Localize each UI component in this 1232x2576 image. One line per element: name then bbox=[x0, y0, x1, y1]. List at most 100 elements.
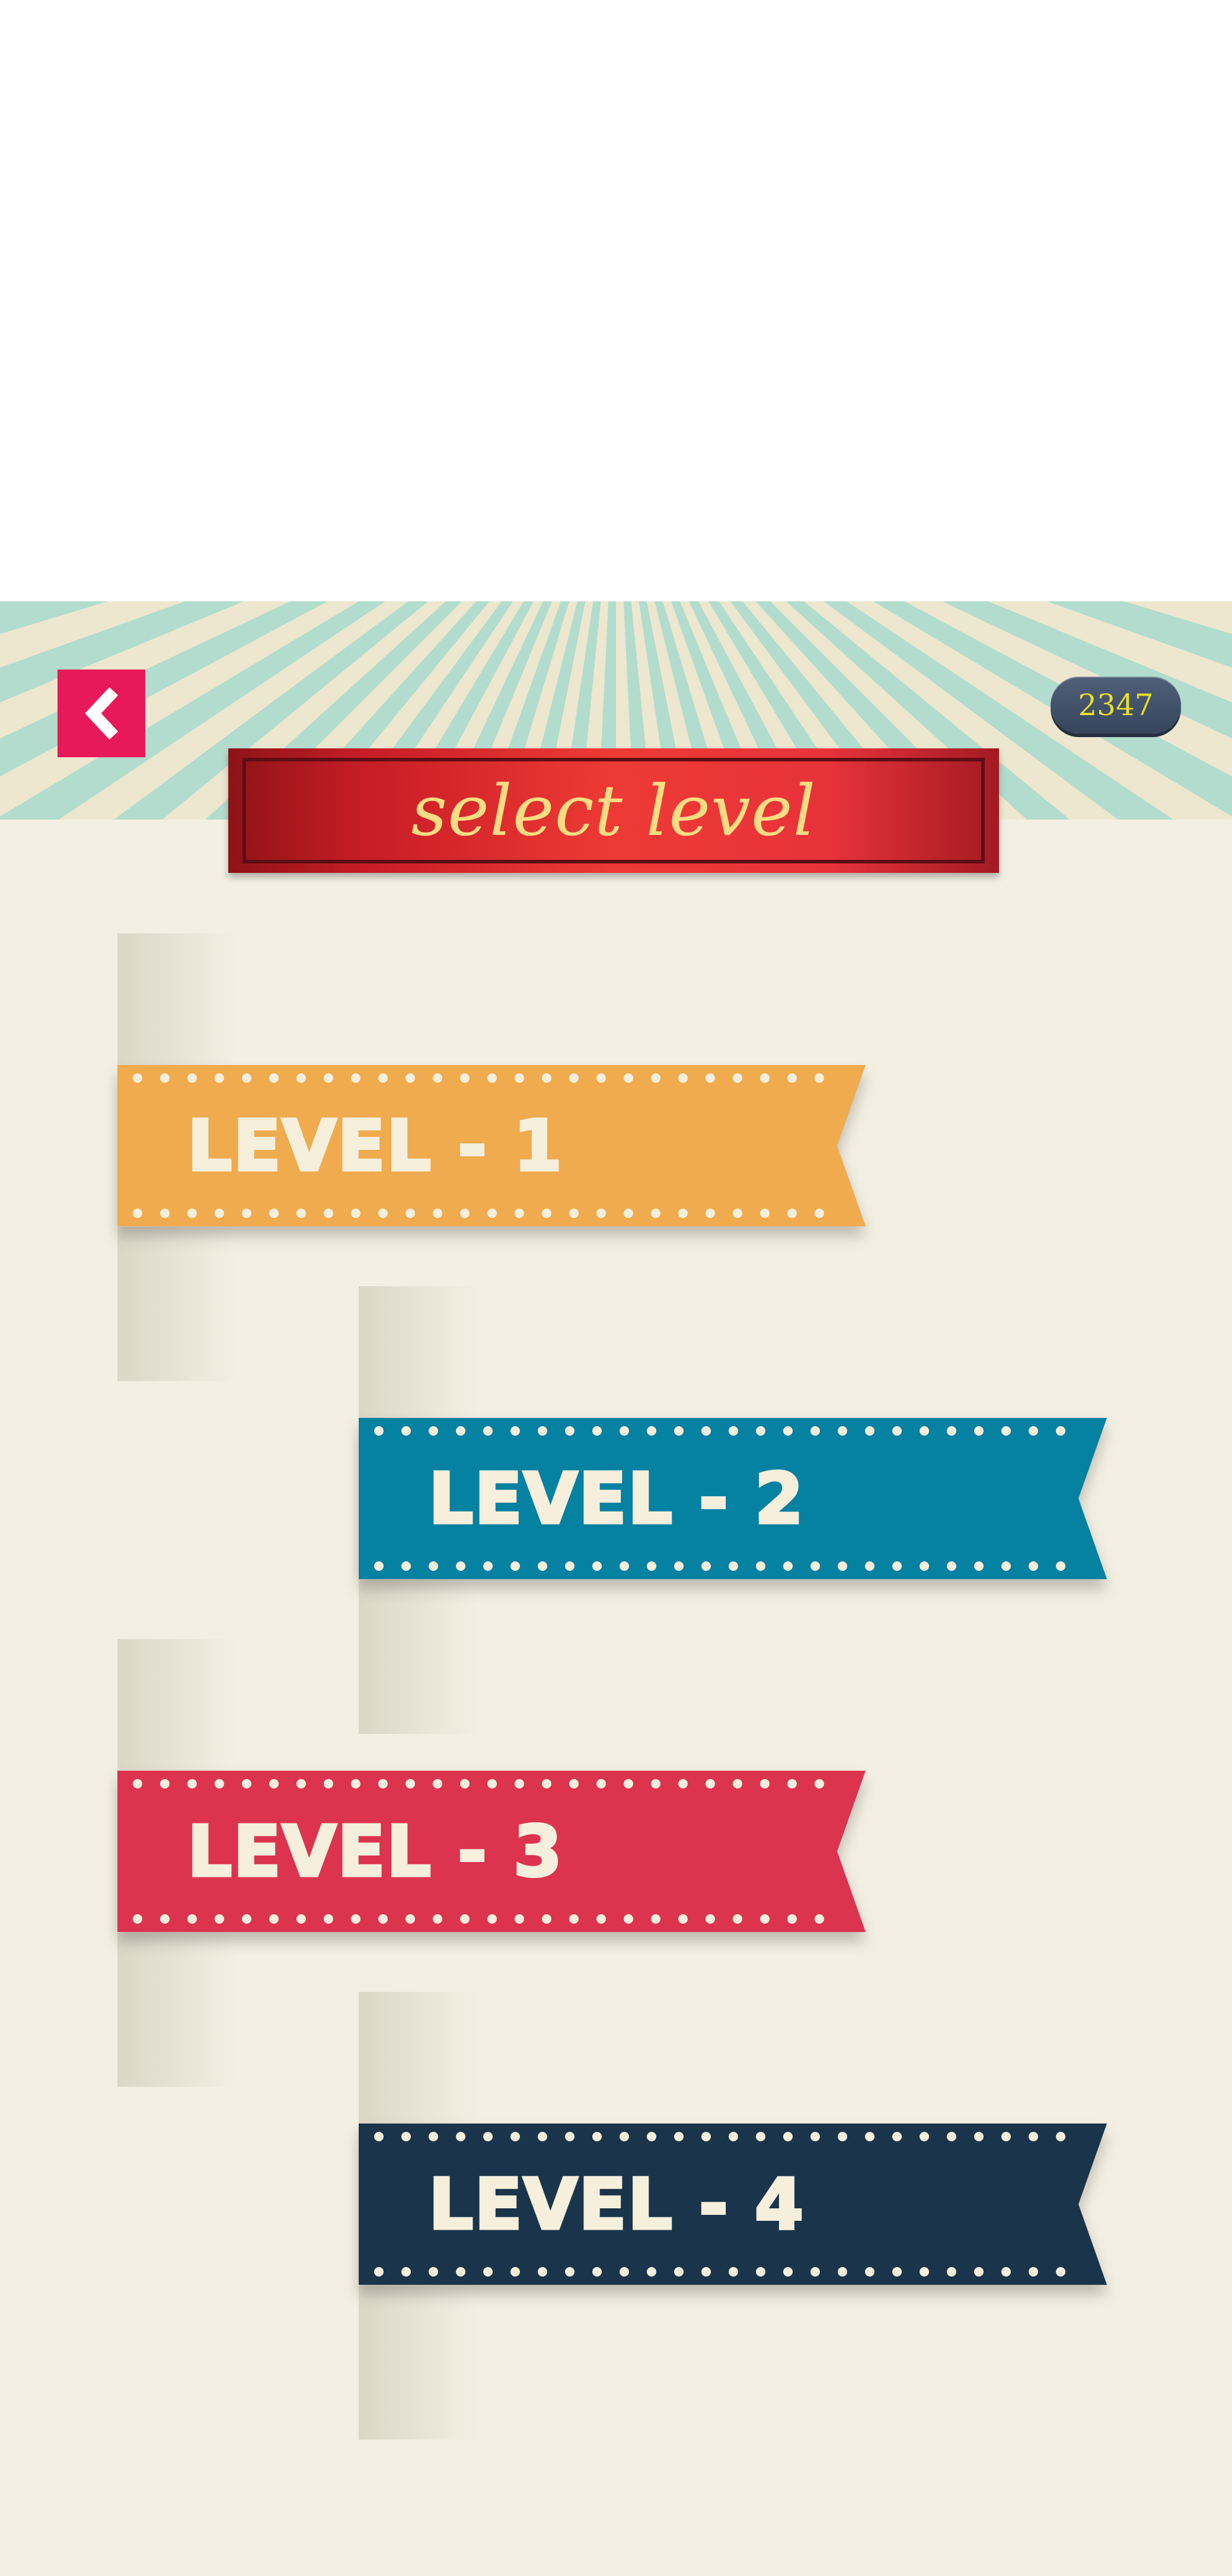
ribbon-stitch-dot bbox=[865, 1561, 874, 1571]
ribbon-stitch-dot bbox=[760, 1073, 770, 1083]
level-3-button[interactable]: LEVEL - 3 bbox=[117, 1771, 866, 1932]
ribbon-stitch-dot bbox=[569, 1073, 579, 1083]
ribbon-stitch-dot bbox=[678, 1779, 688, 1788]
ribbon-stitch-dot bbox=[596, 1073, 606, 1083]
page-title: select level bbox=[411, 770, 816, 852]
ribbon-stitch-dot bbox=[624, 1914, 633, 1924]
ribbon-stitch-dot bbox=[947, 2132, 956, 2141]
ribbon-stitch-dot bbox=[810, 2267, 820, 2277]
ribbon-stitch-dot bbox=[920, 2267, 929, 2277]
ribbon-stitch-dot bbox=[810, 2132, 820, 2141]
ribbon-stitch-dot bbox=[596, 1209, 606, 1218]
ribbon-stitch-dot bbox=[624, 1073, 633, 1083]
ribbon-stitch-dot bbox=[865, 2267, 874, 2277]
ribbon-stitch-dot bbox=[947, 1561, 956, 1571]
level-1-label: LEVEL - 1 bbox=[186, 1104, 564, 1188]
ribbon-stitch-dot bbox=[160, 1914, 170, 1924]
ribbon-stitch-dot bbox=[1001, 1561, 1011, 1571]
ribbon-stitch-dot bbox=[569, 1779, 579, 1788]
ribbon-stitch-dot bbox=[1029, 1426, 1038, 1436]
ribbon-stitch-dot bbox=[569, 1209, 579, 1218]
ribbon-stitch-dot bbox=[760, 1779, 770, 1788]
ribbon-stitch-dot bbox=[1056, 1426, 1065, 1436]
title-banner: select level bbox=[228, 748, 999, 873]
ribbon-shadow bbox=[359, 1992, 477, 2146]
ribbon-stitch-dot bbox=[787, 1779, 797, 1788]
ribbon-stitch-dot bbox=[1056, 1561, 1065, 1571]
ribbon-stitch-dot bbox=[892, 1426, 902, 1436]
ribbon-stitch-dot bbox=[815, 1914, 824, 1924]
ribbon-stitch-dot bbox=[974, 1426, 984, 1436]
game-screen: 2347 select level LEVEL - 1 LEVEL - 2 LE… bbox=[0, 601, 1232, 2576]
ribbon-stitch-dot bbox=[810, 1426, 820, 1436]
ribbon-stitch-dot bbox=[892, 2132, 902, 2141]
ribbon-stitch-dot bbox=[787, 1209, 797, 1218]
ribbon-stitch-dot bbox=[1001, 2132, 1011, 2141]
ribbon-stitch-dot bbox=[815, 1209, 824, 1218]
ribbon-stitch-dot bbox=[1029, 1561, 1038, 1571]
ribbon-stitch-dot bbox=[974, 1561, 984, 1571]
level-4-button[interactable]: LEVEL - 4 bbox=[359, 2124, 1107, 2285]
ribbon-stitch-dot bbox=[733, 1779, 742, 1788]
ribbon-stitch-dot bbox=[374, 2267, 384, 2277]
ribbon-shadow bbox=[117, 1933, 236, 2087]
back-button[interactable] bbox=[58, 669, 145, 757]
ribbon-stitch-dot bbox=[624, 1779, 633, 1788]
ribbon-stitch-dot bbox=[838, 2267, 847, 2277]
ribbon-stitch-dot bbox=[401, 1426, 411, 1436]
ribbon-stitch-dot bbox=[374, 2132, 384, 2141]
level-4-label: LEVEL - 4 bbox=[427, 2162, 805, 2247]
ribbon-stitch-dot bbox=[810, 1561, 820, 1571]
ribbon-stitch-dot bbox=[678, 1073, 688, 1083]
ribbon-stitch-dot bbox=[651, 1073, 660, 1083]
ribbon-stitch-dot bbox=[892, 2267, 902, 2277]
ribbon-stitch-dot bbox=[787, 1073, 797, 1083]
level-2-button[interactable]: LEVEL - 2 bbox=[359, 1418, 1107, 1579]
ribbon-stitch-dot bbox=[596, 1914, 606, 1924]
ribbon-stitch-dot bbox=[706, 1209, 715, 1218]
ribbon-stitch-dot bbox=[815, 1779, 824, 1788]
ribbon-stitch-dot bbox=[838, 2132, 847, 2141]
ribbon-stitch-dot bbox=[920, 2132, 929, 2141]
ribbon-stitch-dot bbox=[678, 1209, 688, 1218]
ribbon-stitch-dot bbox=[838, 1561, 847, 1571]
ribbon-stitch-dot bbox=[401, 2132, 411, 2141]
ribbon-stitch-dot bbox=[374, 1561, 384, 1571]
level-3-label: LEVEL - 3 bbox=[186, 1809, 564, 1894]
ribbon-stitch-dot bbox=[733, 1073, 742, 1083]
level-1-button[interactable]: LEVEL - 1 bbox=[117, 1065, 866, 1226]
ribbon-stitch-dot bbox=[1001, 2267, 1011, 2277]
ribbon-stitch-dot bbox=[1056, 2132, 1065, 2141]
ribbon-stitch-dot bbox=[920, 1426, 929, 1436]
ribbon-stitch-dot bbox=[706, 1073, 715, 1083]
ribbon-stitch-dot bbox=[133, 1914, 142, 1924]
score-badge: 2347 bbox=[1051, 677, 1181, 734]
chevron-left-icon bbox=[85, 687, 119, 740]
ribbon-stitch-dot bbox=[624, 1209, 633, 1218]
ribbon-stitch-dot bbox=[974, 2267, 984, 2277]
ribbon-shadow bbox=[359, 1286, 477, 1440]
ribbon-shadow bbox=[117, 1639, 236, 1793]
level-2-label: LEVEL - 2 bbox=[427, 1456, 805, 1541]
ribbon-stitch-dot bbox=[733, 1209, 742, 1218]
ribbon-stitch-dot bbox=[133, 1073, 142, 1083]
ribbon-stitch-dot bbox=[865, 1426, 874, 1436]
ribbon-stitch-dot bbox=[374, 1426, 384, 1436]
ribbon-stitch-dot bbox=[706, 1914, 715, 1924]
ribbon-stitch-dot bbox=[651, 1209, 660, 1218]
ribbon-shadow bbox=[359, 1580, 477, 1734]
ribbon-stitch-dot bbox=[401, 2267, 411, 2277]
ribbon-stitch-dot bbox=[815, 1073, 824, 1083]
ribbon-stitch-dot bbox=[596, 1779, 606, 1788]
ribbon-stitch-dot bbox=[947, 1426, 956, 1436]
ribbon-stitch-dot bbox=[706, 1779, 715, 1788]
ribbon-shadow bbox=[117, 933, 236, 1088]
ribbon-stitch-dot bbox=[865, 2132, 874, 2141]
ribbon-stitch-dot bbox=[160, 1779, 170, 1788]
ribbon-stitch-dot bbox=[733, 1914, 742, 1924]
ribbon-stitch-dot bbox=[838, 1426, 847, 1436]
ribbon-stitch-dot bbox=[160, 1073, 170, 1083]
ribbon-stitch-dot bbox=[760, 1209, 770, 1218]
ribbon-stitch-dot bbox=[1029, 2132, 1038, 2141]
ribbon-stitch-dot bbox=[787, 1914, 797, 1924]
